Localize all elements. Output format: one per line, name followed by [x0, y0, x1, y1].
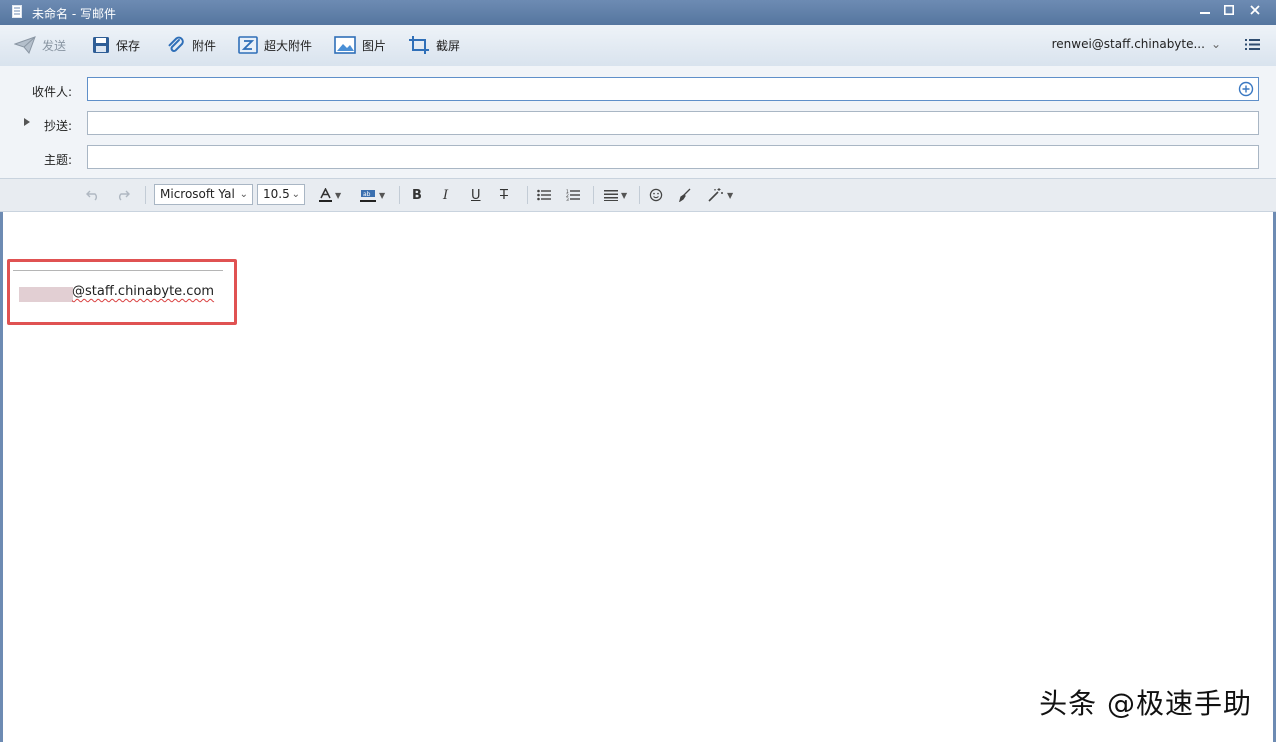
separator: [593, 186, 594, 204]
italic-icon: I: [443, 187, 449, 203]
highlight-color-button[interactable]: ab ▼: [360, 187, 385, 203]
strikethrough-icon: T: [500, 187, 508, 203]
image-icon: [334, 36, 356, 54]
chevron-down-icon: ⌄: [239, 189, 248, 200]
maximize-icon: [1224, 5, 1234, 15]
title-bar: 未命名 - 写邮件: [0, 0, 1276, 25]
chevron-down-icon: ⌄: [1210, 37, 1221, 51]
redo-icon: [119, 190, 130, 201]
bold-button[interactable]: B: [412, 187, 422, 203]
italic-button[interactable]: I: [443, 187, 448, 203]
caret-down-icon: ▼: [727, 190, 734, 200]
separator: [399, 186, 400, 204]
undo-icon: [86, 190, 97, 201]
magic-wand-button[interactable]: ▼: [708, 187, 733, 203]
separator: [639, 186, 640, 204]
emoji-button[interactable]: [649, 187, 663, 203]
address-fields: 收件人: 抄送: 主题:: [0, 66, 1276, 179]
account-selector[interactable]: renwei@staff.chinabyte... ⌄: [1052, 37, 1221, 51]
big-attachment-icon: [238, 36, 258, 54]
svg-text:ab: ab: [363, 191, 371, 198]
format-painter-button[interactable]: [678, 187, 692, 203]
minimize-button[interactable]: [1196, 3, 1214, 21]
paper-plane-icon: [14, 36, 36, 54]
align-button[interactable]: ▼: [604, 187, 627, 203]
format-toolbar: Microsoft Yal ⌄ 10.5 ⌄ ▼ ab ▼ B I U T 123 …: [0, 179, 1276, 212]
subject-field[interactable]: [87, 145, 1259, 169]
chevron-down-icon: ⌄: [291, 189, 300, 200]
attach-button[interactable]: 附件: [166, 35, 216, 55]
caret-down-icon: ▼: [621, 190, 628, 200]
numbered-list-button[interactable]: 123: [566, 187, 580, 203]
redo-button[interactable]: [116, 187, 130, 203]
send-button[interactable]: 发送: [14, 35, 66, 55]
watermark: 头条 @极速手助: [1039, 687, 1252, 720]
paperclip-icon: [168, 36, 184, 52]
font-color-icon: [319, 188, 332, 202]
text-color-button[interactable]: ▼: [319, 187, 341, 203]
close-button[interactable]: [1246, 3, 1264, 21]
align-icon: [604, 190, 618, 201]
font-size-select[interactable]: 10.5 ⌄: [257, 184, 305, 205]
underline-button[interactable]: U: [471, 187, 481, 203]
add-contact-icon[interactable]: [1238, 81, 1254, 97]
window-title: 未命名 - 写邮件: [32, 7, 116, 21]
save-button[interactable]: 保存: [92, 35, 140, 55]
insert-image-button[interactable]: 图片: [334, 35, 386, 55]
bullet-list-icon: [537, 189, 551, 201]
screenshot-button[interactable]: 截屏: [408, 35, 460, 55]
magic-wand-icon: [708, 188, 723, 202]
floppy-disk-icon: [93, 37, 109, 53]
numbered-list-icon: 123: [566, 189, 580, 201]
close-icon: [1250, 5, 1260, 15]
cc-label: 抄送:: [43, 119, 72, 133]
highlight-icon: ab: [360, 190, 376, 202]
smiley-icon: [649, 188, 663, 202]
bullet-list-button[interactable]: [537, 187, 551, 203]
maximize-button[interactable]: [1220, 3, 1238, 21]
bold-icon: B: [412, 187, 422, 203]
undo-button[interactable]: [86, 187, 100, 203]
minimize-icon: [1200, 12, 1210, 14]
big-attachment-button[interactable]: 超大附件: [238, 35, 312, 55]
separator: [145, 186, 146, 204]
subject-label: 主题:: [43, 153, 72, 167]
annotation-highlight-box: [7, 259, 237, 325]
brush-icon: [679, 188, 691, 202]
to-field[interactable]: [87, 77, 1259, 101]
cc-field[interactable]: [87, 111, 1259, 135]
message-body-editor[interactable]: @staff.chinabyte.com: [3, 212, 1273, 742]
to-label: 收件人:: [31, 85, 72, 99]
strikethrough-button[interactable]: T: [500, 187, 508, 203]
compose-toolbar: 发送 保存 附件 超大附件 图片 截屏 renwei@staff.chinaby…: [0, 25, 1276, 67]
underline-icon: U: [471, 187, 481, 203]
separator: [527, 186, 528, 204]
caret-down-icon: ▼: [335, 190, 342, 200]
document-icon: [12, 5, 22, 18]
font-family-select[interactable]: Microsoft Yal ⌄: [154, 184, 253, 205]
svg-text:3: 3: [566, 197, 569, 201]
caret-down-icon: ▼: [379, 190, 386, 200]
crop-icon: [409, 36, 429, 54]
list-menu-icon[interactable]: [1245, 38, 1260, 51]
